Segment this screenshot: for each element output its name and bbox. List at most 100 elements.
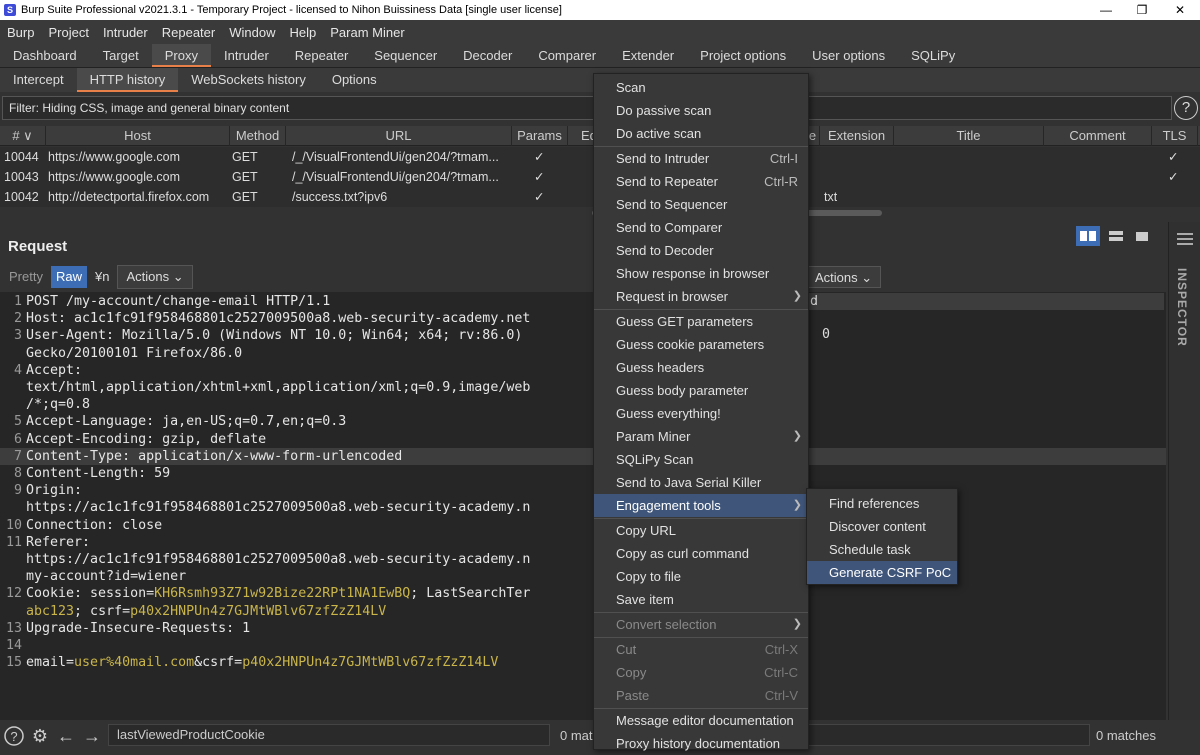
tab-user-options[interactable]: User options [799,44,898,67]
menu-item-show-response-in-browser[interactable]: Show response in browser [594,262,808,285]
help-icon[interactable]: ? [2,724,26,748]
help-icon[interactable]: ? [1174,96,1198,120]
column-tls[interactable]: TLS [1152,126,1198,146]
filter-bar[interactable]: Filter: Hiding CSS, image and general bi… [2,96,1172,120]
menu-item-copy-as-curl-command[interactable]: Copy as curl command [594,542,808,565]
menu-item-param-miner[interactable]: Param Miner ❯ [594,425,808,448]
menu-item-send-to-sequencer[interactable]: Send to Sequencer [594,193,808,216]
split-view-icon[interactable] [1076,226,1100,246]
request-editor[interactable]: 1 POST /my-account/change-email HTTP/1.1 2… [0,292,1166,720]
menu-help[interactable]: Help [282,25,323,40]
menu-item-label: Guess everything! [616,406,721,421]
newline-toggle[interactable]: ¥n [90,266,114,288]
column-number[interactable]: # ∨ [0,126,46,146]
menu-item-do-passive-scan[interactable]: Do passive scan [594,99,808,122]
restore-icon[interactable]: ❐ [1124,0,1160,20]
menu-intruder[interactable]: Intruder [96,25,155,40]
column-comment[interactable]: Comment [1044,126,1152,146]
menu-param-miner[interactable]: Param Miner [323,25,411,40]
menu-item-guess-get-parameters[interactable]: Guess GET parameters [594,310,808,333]
menu-item-label: Paste [616,688,650,703]
submenu-item-find-references[interactable]: Find references [807,492,957,515]
column-method[interactable]: Method [230,126,286,146]
menu-item-guess-cookie-parameters[interactable]: Guess cookie parameters [594,333,808,356]
tab-dashboard[interactable]: Dashboard [0,44,90,67]
menu-item-copy-url[interactable]: Copy URL [594,519,808,542]
menu-item-guess-everything[interactable]: Guess everything! [594,402,808,425]
column-params[interactable]: Params [512,126,568,146]
tab-sequencer[interactable]: Sequencer [361,44,450,67]
menu-item-save-item[interactable]: Save item [594,588,808,611]
tab-extender[interactable]: Extender [609,44,687,67]
inspector-menu-icon[interactable] [1177,232,1193,249]
menu-item-send-to-intruder[interactable]: Send to Intruder Ctrl-I [594,147,808,170]
raw-tab[interactable]: Raw [50,266,87,288]
menu-window[interactable]: Window [222,25,282,40]
horizontal-view-icon[interactable] [1104,226,1128,246]
menu-item-label: Guess headers [616,360,705,375]
column-edited[interactable]: Ed [568,126,597,146]
subtab-intercept[interactable]: Intercept [0,68,77,92]
subtab-options[interactable]: Options [319,68,390,92]
menu-item-cut: Cut Ctrl-X [594,638,808,661]
menu-item-label: Request in browser [616,289,728,304]
menu-item-paste: Paste Ctrl-V [594,684,808,707]
menu-item-message-editor-documentation[interactable]: Message editor documentation [594,709,808,732]
menu-item-guess-headers[interactable]: Guess headers [594,356,808,379]
tab-decoder[interactable]: Decoder [450,44,525,67]
minimize-icon[interactable]: — [1088,0,1124,20]
menu-item-do-active-scan[interactable]: Do active scan [594,122,808,145]
editor-line: 15 email=user%40mail.com&csrf=p40x2HNPUn4… [0,654,1166,671]
menu-item-engagement-tools[interactable]: Engagement tools ❯ [594,494,808,517]
submenu-item-schedule-task[interactable]: Schedule task [807,538,957,561]
tab-intruder[interactable]: Intruder [211,44,282,67]
line-number: 6 [13,431,22,447]
tab-sqlipy[interactable]: SQLiPy [898,44,968,67]
column-host[interactable]: Host [46,126,230,146]
menu-repeater[interactable]: Repeater [155,25,222,40]
menu-item-sqlipy-scan[interactable]: SQLiPy Scan [594,448,808,471]
line-text: /*;q=0.8 [26,397,91,413]
gear-icon[interactable]: ⚙ [28,724,52,748]
forward-arrow-icon[interactable]: → [80,724,104,748]
column-extension[interactable]: Extension [820,126,894,146]
tab-proxy[interactable]: Proxy [151,44,211,67]
response-actions-dropdown[interactable]: Actions ⌄ [806,266,882,288]
menu-project[interactable]: Project [41,25,95,40]
tab-project-options[interactable]: Project options [687,44,799,67]
tab-target[interactable]: Target [90,44,152,67]
menu-item-send-to-java-serial-killer[interactable]: Send to Java Serial Killer [594,471,808,494]
menu-item-guess-body-parameter[interactable]: Guess body parameter [594,379,808,402]
tab-repeater[interactable]: Repeater [282,44,361,67]
pretty-tab[interactable]: Pretty [4,266,48,288]
subtab-http-history[interactable]: HTTP history [76,68,179,92]
submenu-item-generate-csrf-poc[interactable]: Generate CSRF PoC [807,561,957,584]
menu-item-label: Param Miner [616,429,691,444]
menu-item-send-to-repeater[interactable]: Send to Repeater Ctrl-R [594,170,808,193]
tab-comparer[interactable]: Comparer [525,44,609,67]
menu-item-request-in-browser[interactable]: Request in browser ❯ [594,285,808,308]
search-input[interactable]: lastViewedProductCookie [108,724,550,746]
actions-dropdown[interactable]: Actions ⌄ [117,265,193,289]
menu-item-send-to-decoder[interactable]: Send to Decoder [594,239,808,262]
column-url[interactable]: URL [286,126,512,146]
row-method: GET [232,150,258,164]
menu-item-label: Save item [616,592,674,607]
response-search-input[interactable] [808,724,1090,746]
column-title[interactable]: Title [894,126,1044,146]
menu-item-scan[interactable]: Scan [594,76,808,99]
menu-item-copy-to-file[interactable]: Copy to file [594,565,808,588]
editor-line: my-account?id=wiener [0,568,1166,585]
editor-line: abc123; csrf=p40x2HNPUn4z7GJMtWBlv67zfZz… [0,603,1166,620]
line-text: text/html,application/xhtml+xml,applicat… [26,380,531,395]
back-arrow-icon[interactable]: ← [54,724,78,748]
close-icon[interactable]: ✕ [1162,0,1198,20]
menu-burp[interactable]: Burp [0,25,41,40]
menu-item-send-to-comparer[interactable]: Send to Comparer [594,216,808,239]
menu-item-proxy-history-documentation[interactable]: Proxy history documentation [594,732,808,755]
inspector-panel[interactable]: INSPECTOR [1168,222,1200,720]
menu-item-label: Copy as curl command [616,546,749,561]
submenu-item-discover-content[interactable]: Discover content [807,515,957,538]
single-view-icon[interactable] [1130,226,1154,246]
subtab-websockets-history[interactable]: WebSockets history [178,68,319,92]
